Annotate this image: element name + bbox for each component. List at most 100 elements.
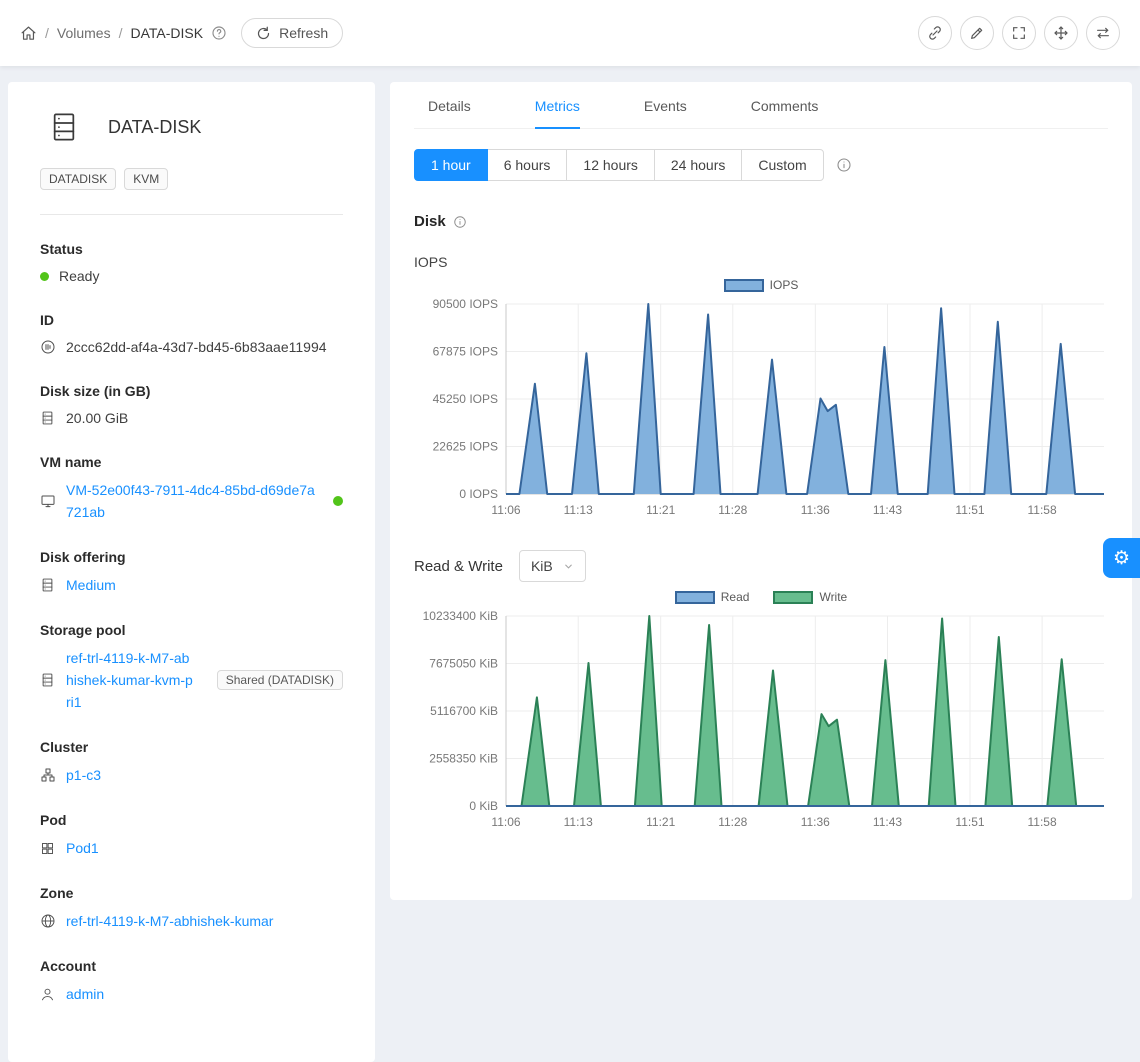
field-status: Status Ready [40,241,343,286]
write-legend-label: Write [819,590,847,604]
svg-text:0 IOPS: 0 IOPS [459,487,498,501]
tab-metrics[interactable]: Metrics [535,82,580,129]
tab-comments[interactable]: Comments [751,82,819,128]
breadcrumb-current: DATA-DISK [130,25,203,41]
breadcrumb: / Volumes / DATA-DISK Refresh [20,18,343,48]
cluster-icon [40,767,56,783]
id-value: 2ccc62dd-af4a-43d7-bd45-6b83aae11994 [66,337,327,357]
storage-pool-icon [40,672,56,688]
move-icon [1053,25,1069,41]
disk-icon [40,410,56,426]
time-range-1-hour[interactable]: 1 hour [414,149,488,181]
svg-text:10233400 KiB: 10233400 KiB [423,609,498,623]
svg-text:11:21: 11:21 [646,503,675,517]
breadcrumb-volumes-link[interactable]: Volumes [57,25,111,41]
tab-events[interactable]: Events [644,82,687,128]
gear-icon: ⚙ [1113,547,1130,570]
link-icon [927,25,943,41]
pod-icon [40,841,56,856]
disk-heading-label: Disk [414,213,446,230]
field-label: VM name [40,454,343,470]
vm-icon [40,493,56,509]
svg-text:11:51: 11:51 [955,503,984,517]
barcode-icon [40,339,56,355]
pencil-icon [969,25,985,41]
storage-pool-link[interactable]: ref-trl-4119-k-M7-abhishek-kumar-kvm-pri… [66,647,197,713]
disk-section-heading: Disk [414,213,1108,230]
user-icon [40,987,56,1002]
breadcrumb-separator: / [119,25,123,41]
breadcrumb-separator: / [45,25,49,41]
tab-bar: Details Metrics Events Comments [414,82,1108,129]
globe-icon [40,913,56,929]
edit-button[interactable] [960,16,994,50]
volume-info-card: DATA-DISK DATADISK KVM Status Ready ID 2… [8,82,375,1062]
zone-link[interactable]: ref-trl-4119-k-M7-abhishek-kumar [66,910,273,932]
iops-legend-swatch [724,279,764,292]
read-legend-swatch [675,591,715,604]
time-range-group: 1 hour 6 hours 12 hours 24 hours Custom [414,149,824,181]
cluster-link[interactable]: p1-c3 [66,764,101,786]
unit-select[interactable]: KiB [519,550,586,582]
time-range-24-hours[interactable]: 24 hours [654,149,742,181]
field-label: Cluster [40,739,343,755]
top-bar: / Volumes / DATA-DISK Refresh [0,0,1140,66]
refresh-label: Refresh [279,25,328,41]
time-range-custom[interactable]: Custom [741,149,823,181]
svg-text:11:21: 11:21 [646,815,675,829]
pod-link[interactable]: Pod1 [66,837,99,859]
field-zone: Zone ref-trl-4119-k-M7-abhishek-kumar [40,885,343,932]
move-button[interactable] [1044,16,1078,50]
svg-text:11:51: 11:51 [955,815,984,829]
tag-kvm: KVM [124,168,168,190]
svg-text:11:36: 11:36 [801,815,830,829]
settings-gear-button[interactable]: ⚙ [1103,538,1140,578]
vm-status-dot [333,496,343,506]
field-label: Zone [40,885,343,901]
iops-chart-title: IOPS [414,254,1108,270]
readwrite-chart-legend: Read Write [414,590,1108,604]
help-icon[interactable] [211,25,227,41]
link-button[interactable] [918,16,952,50]
svg-text:5116700 KiB: 5116700 KiB [430,704,498,718]
svg-text:11:43: 11:43 [873,815,902,829]
time-range-6-hours[interactable]: 6 hours [487,149,568,181]
svg-text:0 KiB: 0 KiB [469,799,498,813]
tab-details[interactable]: Details [428,82,471,128]
svg-text:11:13: 11:13 [564,503,593,517]
field-vm-name: VM name VM-52e00f43-7911-4dc4-85bd-d69de… [40,454,343,523]
disk-offering-link[interactable]: Medium [66,574,116,596]
iops-chart-legend: IOPS [414,278,1108,292]
time-range-12-hours[interactable]: 12 hours [566,149,654,181]
migrate-button[interactable] [1086,16,1120,50]
svg-text:11:58: 11:58 [1028,503,1057,517]
unit-select-value: KiB [531,558,553,574]
field-disk-offering: Disk offering Medium [40,549,343,596]
field-label: Disk size (in GB) [40,383,343,399]
svg-text:90500 IOPS: 90500 IOPS [433,297,498,311]
detail-card: Details Metrics Events Comments 1 hour 6… [390,82,1132,900]
home-icon[interactable] [20,25,37,42]
disk-info-icon[interactable] [453,215,467,229]
svg-text:67875 IOPS: 67875 IOPS [433,345,498,359]
svg-text:11:06: 11:06 [491,815,520,829]
write-legend-swatch [773,591,813,604]
field-label: ID [40,312,343,328]
svg-text:11:28: 11:28 [718,503,747,517]
status-value: Ready [59,266,99,286]
disk-size-value: 20.00 GiB [66,408,128,428]
svg-text:11:43: 11:43 [873,503,902,517]
time-range-info-icon[interactable] [836,157,852,173]
vm-name-link[interactable]: VM-52e00f43-7911-4dc4-85bd-d69de7a721ab [66,479,315,523]
refresh-button[interactable]: Refresh [241,18,343,48]
account-link[interactable]: admin [66,983,104,1005]
tag-datadisk: DATADISK [40,168,116,190]
fullscreen-button[interactable] [1002,16,1036,50]
field-label: Status [40,241,343,257]
field-pod: Pod Pod1 [40,812,343,859]
field-storage-pool: Storage pool ref-trl-4119-k-M7-abhishek-… [40,622,343,713]
svg-text:45250 IOPS: 45250 IOPS [433,392,498,406]
expand-icon [1011,25,1027,41]
field-label: Account [40,958,343,974]
field-id: ID 2ccc62dd-af4a-43d7-bd45-6b83aae11994 [40,312,343,357]
